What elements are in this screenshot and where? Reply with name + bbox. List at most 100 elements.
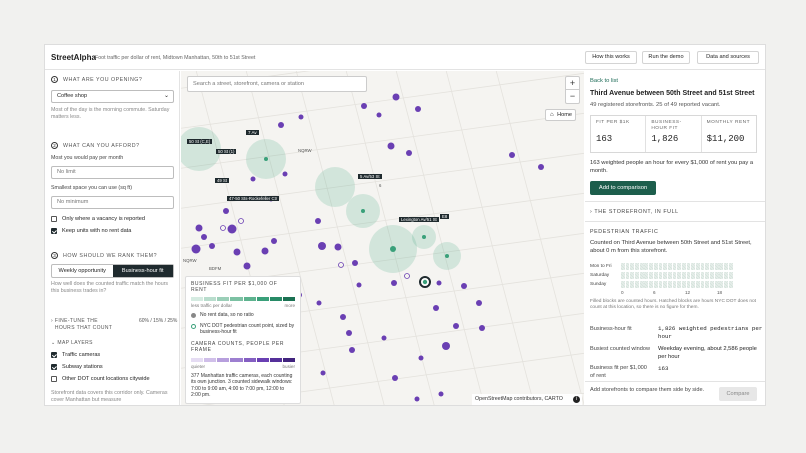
business-type-select[interactable]: Coffee shop ⌄ — [51, 90, 174, 103]
station-label[interactable]: 50 St (C,E) — [187, 139, 213, 144]
hour-cell — [714, 281, 719, 288]
hour-cell — [700, 263, 705, 270]
hour-cell — [663, 281, 667, 288]
grid-row-label: Sunday — [590, 282, 607, 287]
map-attribution[interactable]: OpenStreetMap contributors, CARTO i — [472, 394, 582, 405]
hour-cell — [710, 263, 714, 270]
hour-cell — [658, 263, 663, 270]
compare-footer-text: Add storefronts to compare them side by … — [590, 387, 705, 393]
map-layers-toggle[interactable]: ⌄ MAP LAYERS — [51, 340, 93, 347]
rent-data-checkbox[interactable]: Keep units with no rent data — [51, 228, 131, 234]
station-label[interactable]: 50 St (1) — [216, 149, 237, 154]
hour-cell — [714, 272, 719, 279]
hour-cell — [663, 272, 667, 279]
info-icon[interactable]: i — [573, 396, 580, 403]
map-search-input[interactable]: Search a street, storefront, camera or s… — [187, 76, 367, 92]
stat-monthly-rent: MONTHLY RENT $11,200 — [702, 116, 756, 152]
storefront-section-label: THE STOREFRONT, IN FULL — [594, 209, 679, 215]
station-label[interactable]: 5 Av/53 St — [358, 174, 382, 179]
checkbox-checked-icon — [51, 364, 57, 370]
kv-label: Business-hour fit — [590, 326, 632, 332]
hour-cell — [686, 272, 691, 279]
kv-value: 163 — [658, 365, 669, 372]
hour-cell — [710, 281, 714, 288]
hour-cell — [686, 281, 691, 288]
stat-label: BUSINESS-HOUR FIT — [651, 120, 682, 131]
chevron-right-icon: › — [51, 318, 54, 324]
layer-label: Subway stations — [62, 364, 103, 370]
home-button[interactable]: ⌂ Home — [545, 109, 576, 121]
station-label[interactable]: 49 St — [215, 178, 230, 183]
grid-note: Filled blocks are counted hours. Hatched… — [590, 299, 757, 311]
hourly-grid: Mon to Fri Saturday Sunday — [590, 262, 734, 289]
how-this-works-button[interactable]: How this works — [585, 51, 637, 64]
hour-cell — [635, 281, 639, 288]
space-min-input[interactable]: No minimum — [51, 196, 174, 209]
vacancy-label: Only where a vacancy is reported — [62, 216, 146, 222]
storefront-section-toggle[interactable]: › THE STOREFRONT, IN FULL — [590, 209, 679, 215]
hour-cell — [621, 281, 625, 288]
fine-tune-toggle[interactable]: › FINE-TUNE THE HOURS THAT COUNT 60% / 1… — [51, 318, 177, 331]
checkbox-checked-icon — [51, 352, 57, 358]
legend-title: BUSINESS FIT PER $1,000 OF RENT — [191, 281, 278, 293]
hour-cell — [639, 281, 644, 288]
hour-cell — [724, 281, 728, 288]
rank-mode-toggle[interactable]: Weekly opportunity Business-hour fit — [51, 264, 174, 278]
hour-cell — [719, 281, 724, 288]
hour-cell — [658, 281, 663, 288]
hour-cell — [625, 263, 630, 270]
chevron-down-icon: ⌄ — [163, 93, 169, 99]
layer-cameras-checkbox[interactable]: Traffic cameras — [51, 352, 100, 358]
layer-dot-checkbox[interactable]: Other DOT count locations citywide — [51, 376, 150, 382]
checkbox-checked-icon — [51, 228, 57, 234]
checkbox-icon — [51, 376, 57, 382]
hour-cell — [630, 263, 635, 270]
hour-cell — [710, 272, 714, 279]
rank-weekly-option[interactable]: Weekly opportunity — [52, 265, 113, 277]
brand-logo[interactable]: StreetAlpha — [51, 53, 96, 62]
run-demo-button[interactable]: Run the demo — [642, 51, 690, 64]
hour-cell — [630, 272, 635, 279]
step-3-heading: 3 HOW SHOULD WE RANK THEM? — [51, 252, 157, 259]
step-number: 2 — [51, 142, 58, 149]
station-label[interactable]: E8 — [440, 214, 450, 219]
zoom-out-button[interactable]: − — [566, 90, 579, 103]
business-type-value: Coffee shop — [57, 93, 88, 99]
detail-panel: Back to list Third Avenue between 50th S… — [585, 71, 765, 405]
legend-high-label: more — [284, 303, 295, 308]
app-window: StreetAlpha Foot traffic per dollar of r… — [44, 44, 766, 406]
zoom-control: + − — [565, 76, 580, 104]
hour-cell — [672, 263, 677, 270]
add-to-comparison-button[interactable]: Add to comparison — [590, 181, 656, 195]
legend-cam-high: busier — [282, 363, 295, 369]
vacancy-checkbox[interactable]: Only where a vacancy is reported — [51, 216, 145, 222]
station-label[interactable]: 47-50 Sts-Rockefeller Ctr — [227, 196, 280, 201]
map-canvas[interactable]: Search a street, storefront, camera or s… — [181, 71, 584, 405]
station-label[interactable]: 7 Av — [246, 130, 259, 135]
pedestrian-text: Counted on Third Avenue between 50th Str… — [590, 240, 752, 254]
compare-button[interactable]: Compare — [719, 387, 757, 401]
hour-cell — [705, 263, 710, 270]
layer-subway-checkbox[interactable]: Subway stations — [51, 364, 103, 370]
zoom-in-button[interactable]: + — [566, 77, 579, 90]
rank-business-hour-option[interactable]: Business-hour fit — [112, 265, 173, 277]
hour-cell — [672, 272, 677, 279]
divider — [585, 201, 765, 202]
hour-cell — [649, 272, 653, 279]
hour-cell — [639, 272, 644, 279]
layer-label: Traffic cameras — [62, 352, 101, 358]
detail-title: Third Avenue between 50th Street and 51s… — [590, 90, 755, 97]
station-label[interactable]: Lexington Av/51 St — [399, 217, 439, 222]
selected-storefront-dot — [422, 279, 428, 285]
hour-cell — [681, 281, 686, 288]
hour-cell — [621, 263, 625, 270]
rent-limit-input[interactable]: No limit — [51, 166, 174, 179]
back-to-list-link[interactable]: Back to list — [590, 78, 618, 84]
hour-cell — [667, 281, 672, 288]
stat-value: 1,826 — [651, 134, 679, 144]
hour-cell — [625, 272, 630, 279]
chevron-right-icon: › — [590, 209, 593, 215]
grid-row-weekday: Mon to Fri — [590, 262, 734, 271]
hour-cell — [724, 263, 728, 270]
data-sources-button[interactable]: Data and sources — [697, 51, 759, 64]
